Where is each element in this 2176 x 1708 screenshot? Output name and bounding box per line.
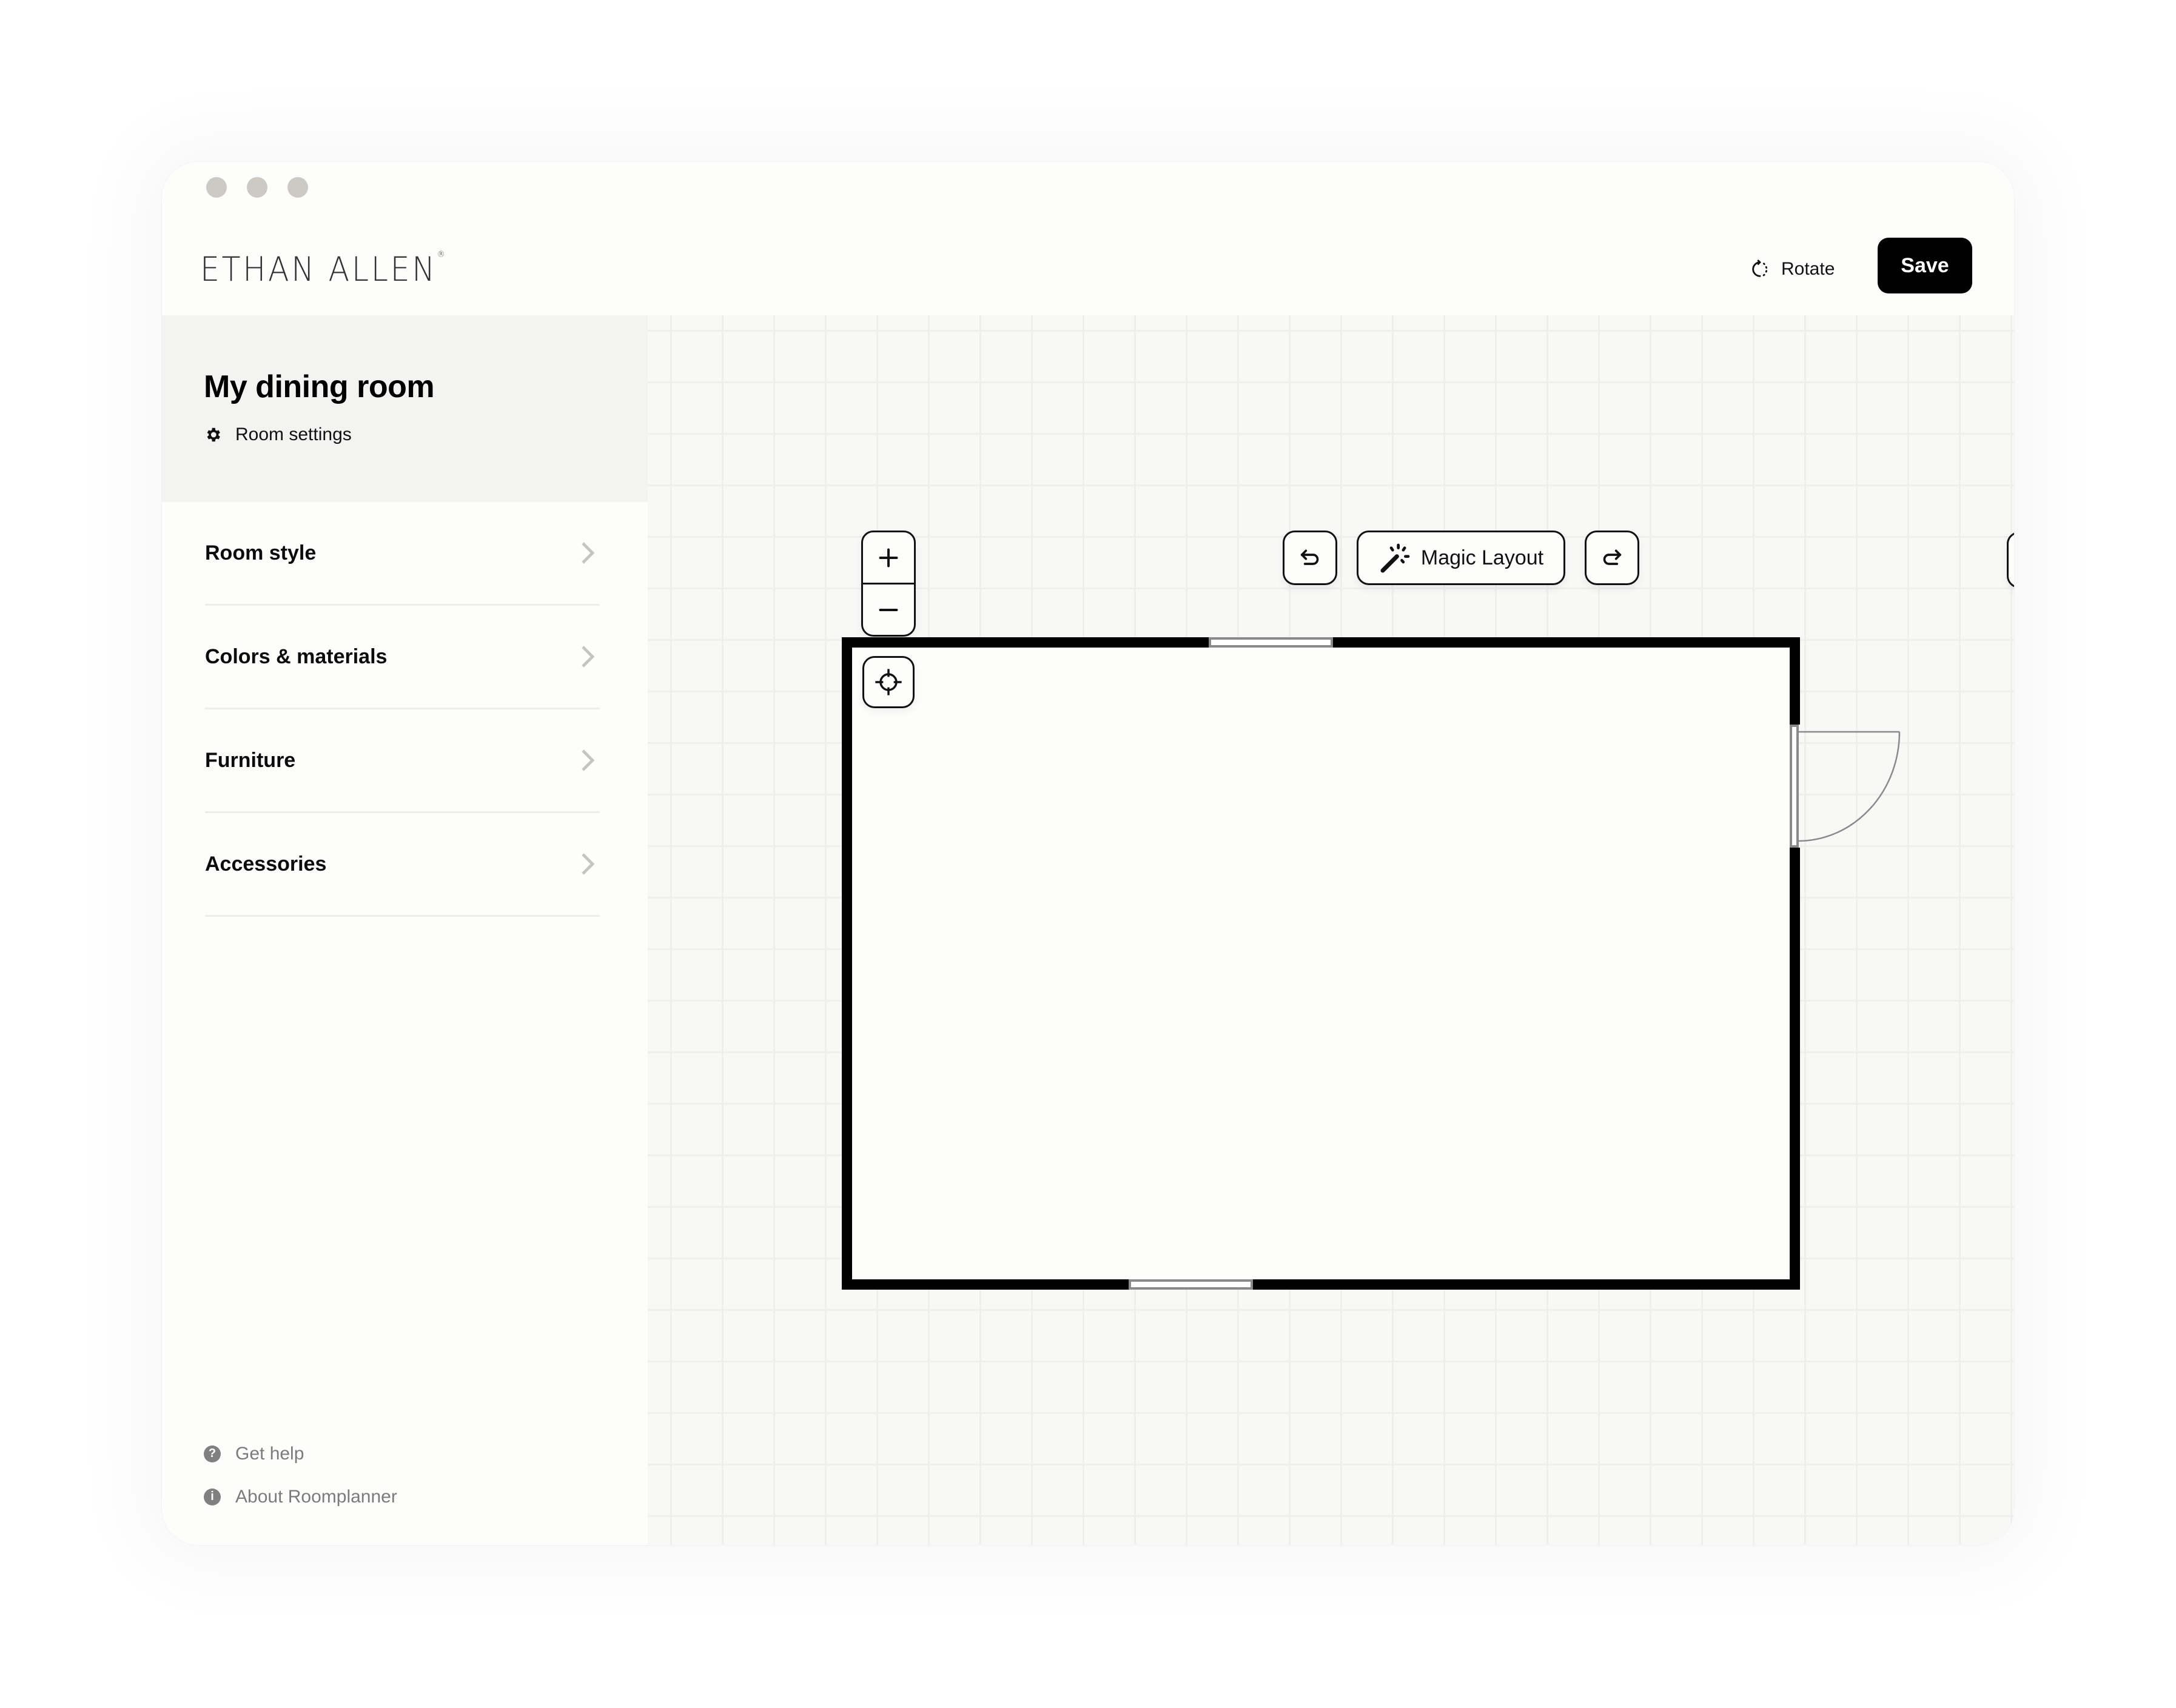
wall-right-bottom[interactable]	[1790, 848, 1800, 1290]
room-floor[interactable]	[847, 643, 1795, 1285]
question-icon: ?	[204, 1445, 221, 1462]
room-settings-link[interactable]: Room settings	[204, 424, 352, 445]
crosshair-icon	[875, 669, 902, 695]
magic-layout-label: Magic Layout	[1420, 546, 1544, 569]
sidebar-item-room-style[interactable]: Room style	[205, 502, 600, 606]
sidebar: My dining room Room settings Room style …	[162, 315, 648, 1545]
window-top[interactable]	[1209, 637, 1333, 648]
window-maximize-dot[interactable]	[287, 177, 308, 198]
door-right[interactable]	[1790, 725, 1901, 848]
magic-wand-icon	[1380, 543, 1410, 573]
sidebar-footer: ? Get help i About Roomplanner	[204, 1432, 397, 1518]
zoom-controls	[861, 531, 916, 637]
chevron-right-icon	[582, 749, 595, 771]
save-button[interactable]: Save	[1878, 238, 1972, 293]
chevron-right-icon	[582, 542, 595, 564]
plus-icon	[879, 548, 898, 567]
rotate-icon	[1752, 260, 1768, 277]
floorplan-canvas[interactable]: Magic Layout 3D view	[648, 315, 2014, 1545]
about-link[interactable]: i About Roomplanner	[204, 1475, 397, 1518]
floorplan	[842, 637, 1901, 1290]
get-help-link[interactable]: ? Get help	[204, 1432, 397, 1475]
rotate-label: Rotate	[1781, 259, 1835, 279]
redo-icon	[1603, 549, 1622, 565]
redo-button[interactable]	[1585, 531, 1639, 585]
brand-logo[interactable]: ETHAN ALLEN®	[200, 250, 447, 289]
wall-top-right[interactable]	[1333, 637, 1800, 648]
sidebar-item-accessories[interactable]: Accessories	[205, 813, 600, 917]
center-view-button[interactable]	[862, 656, 915, 708]
about-label: About Roomplanner	[235, 1486, 397, 1507]
sidebar-menu: Room style Colors & materials Furniture …	[205, 502, 600, 917]
undo-button[interactable]	[1283, 531, 1337, 585]
wall-bottom-right[interactable]	[1253, 1279, 1800, 1290]
gear-icon	[207, 427, 220, 442]
chevron-right-icon	[582, 646, 595, 668]
info-icon: i	[204, 1488, 221, 1505]
wall-left[interactable]	[842, 637, 852, 1290]
window-minimize-dot[interactable]	[247, 177, 267, 198]
zoom-in-button[interactable]	[863, 532, 914, 583]
sidebar-item-label: Furniture	[205, 748, 296, 772]
zoom-out-button[interactable]	[863, 583, 914, 635]
sidebar-item-label: Accessories	[205, 852, 327, 876]
room-settings-label: Room settings	[235, 424, 352, 444]
room-title: My dining room	[204, 369, 435, 404]
chevron-right-icon	[582, 853, 595, 875]
undo-icon	[1300, 549, 1319, 565]
window-bottom[interactable]	[1129, 1279, 1253, 1290]
magic-layout-button[interactable]: Magic Layout	[1357, 531, 1565, 585]
rotate-button[interactable]: Rotate	[1750, 251, 1835, 287]
wall-bottom-left[interactable]	[842, 1279, 1129, 1290]
minus-icon	[879, 608, 898, 611]
brand-mark: ®	[437, 250, 448, 260]
app-window: ETHAN ALLEN® Rotate Save My dining room …	[162, 162, 2014, 1545]
sidebar-item-label: Room style	[205, 541, 317, 564]
3d-view-button[interactable]: 3D view	[2007, 532, 2014, 588]
window-close-dot[interactable]	[206, 177, 227, 198]
sidebar-item-label: Colors & materials	[205, 645, 388, 668]
sidebar-item-colors-materials[interactable]: Colors & materials	[205, 606, 600, 709]
wall-right-top[interactable]	[1790, 637, 1800, 725]
wall-top-left[interactable]	[842, 637, 1209, 648]
brand-name: ETHAN ALLEN	[200, 250, 437, 289]
top-header: ETHAN ALLEN® Rotate Save	[162, 162, 2014, 315]
get-help-label: Get help	[235, 1443, 304, 1464]
sidebar-item-furniture[interactable]: Furniture	[205, 709, 600, 813]
room-header: My dining room Room settings	[162, 315, 648, 502]
window-controls	[206, 177, 308, 198]
